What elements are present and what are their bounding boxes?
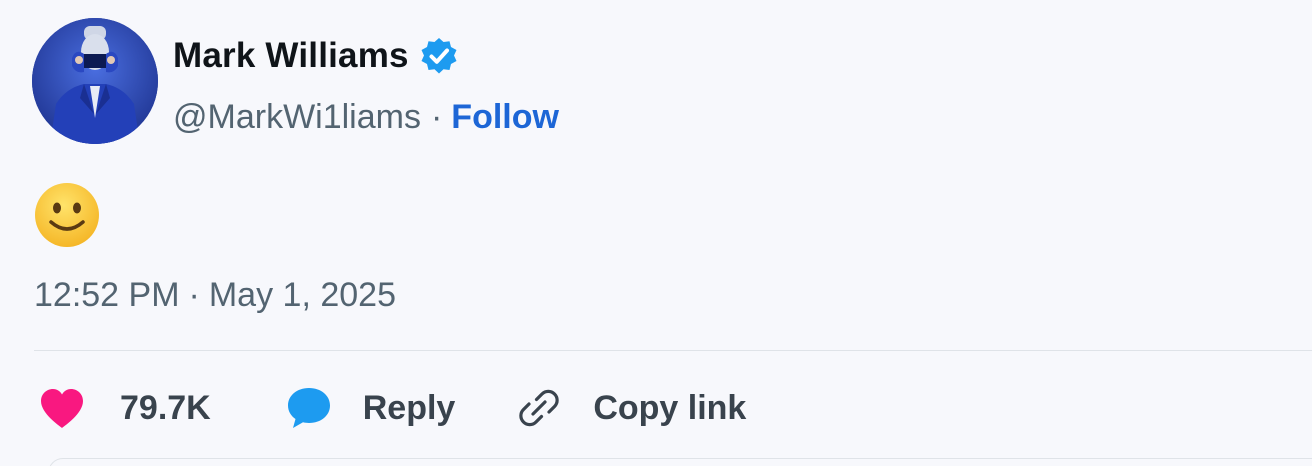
speech-bubble-icon xyxy=(287,388,330,428)
copy-link-button[interactable]: Copy link xyxy=(517,386,746,430)
verified-badge-icon xyxy=(421,38,457,74)
post-time: 12:52 PM xyxy=(34,276,180,314)
timestamp-separator: · xyxy=(188,276,200,314)
avatar[interactable] xyxy=(32,18,158,144)
follow-button[interactable]: Follow xyxy=(451,98,559,137)
post-date: May 1, 2025 xyxy=(208,276,396,314)
author-handle-row: @MarkWi1liams · Follow xyxy=(173,95,559,139)
avatar-image xyxy=(32,18,158,144)
author-handle[interactable]: @MarkWi1liams xyxy=(173,98,421,137)
like-button[interactable]: 79.7K xyxy=(38,386,211,430)
like-count: 79.7K xyxy=(120,388,211,427)
handle-separator: · xyxy=(430,97,443,136)
slightly-smiling-face-icon xyxy=(35,183,99,247)
read-replies-button[interactable] xyxy=(48,458,1312,466)
author-name-row: Mark Williams xyxy=(173,34,459,78)
copy-link-label: Copy link xyxy=(593,388,747,427)
link-icon xyxy=(519,389,560,427)
divider xyxy=(34,350,1312,351)
reply-button[interactable]: Reply xyxy=(285,385,456,431)
author-display-name[interactable]: Mark Williams xyxy=(173,36,409,76)
post-card: Mark Williams @MarkWi1liams · Follow 12:… xyxy=(0,0,1312,466)
action-bar: 79.7K Reply Copy link xyxy=(38,380,746,436)
post-timestamp[interactable]: 12:52 PM · May 1, 2025 xyxy=(34,276,396,315)
reply-label: Reply xyxy=(362,388,456,427)
heart-icon xyxy=(41,389,83,428)
